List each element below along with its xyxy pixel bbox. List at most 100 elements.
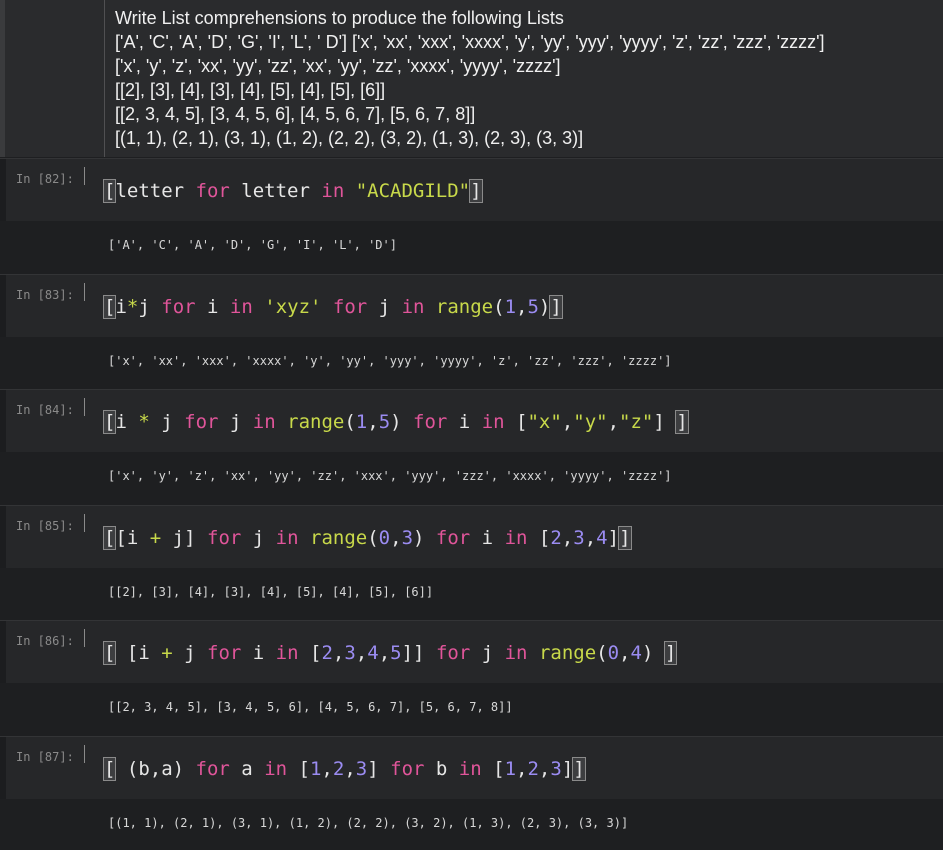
code-token: ] (367, 758, 391, 780)
number-token: 1 (309, 758, 322, 780)
number-token: 2 (527, 758, 539, 780)
code-input-area[interactable]: In [82]: [letter for letter in "ACADGILD"… (0, 158, 943, 222)
string-token: "z" (619, 411, 654, 433)
number-token: 0 (607, 642, 620, 664)
code-token: , (561, 411, 574, 433)
keyword-token: in (458, 758, 482, 780)
matched-bracket: [ (102, 526, 117, 550)
keyword-token: for (435, 527, 471, 549)
markdown-text: Write List comprehensions to produce the… (115, 6, 825, 150)
code-token: ) (413, 527, 436, 549)
cell-gutter (0, 159, 6, 222)
code-token: ( (596, 642, 608, 664)
code-token: , (619, 642, 631, 664)
keyword-token: for (195, 758, 230, 780)
cell-gutter (0, 506, 6, 569)
markdown-prompt-area (5, 0, 105, 157)
keyword-token: in (264, 758, 288, 780)
output-area: ['A', 'C', 'A', 'D', 'G', 'I', 'L', 'D'] (0, 221, 943, 271)
code-token: i (195, 296, 230, 318)
matched-bracket: [ (102, 410, 117, 434)
builtin-token: range (435, 296, 494, 318)
code-token: [ (298, 642, 322, 664)
code-token: a (229, 758, 265, 780)
input-prompt: In [83]: (16, 288, 74, 302)
code-token: j] (161, 527, 207, 549)
builtin-token: range (287, 411, 345, 433)
input-prompt: In [86]: (16, 634, 74, 648)
prompt-cursor-bar (84, 167, 85, 185)
code-token: [ (287, 758, 310, 780)
code-line[interactable]: [i*j for i in 'xyz' for j in range(1,5)] (102, 295, 563, 319)
keyword-token: for (207, 642, 242, 664)
markdown-cell[interactable]: Write List comprehensions to produce the… (0, 0, 943, 157)
code-cell[interactable]: In [83]: [i*j for i in 'xyz' for j in ran… (0, 274, 943, 388)
keyword-token: in (321, 180, 345, 202)
matched-bracket: ] (549, 295, 563, 319)
code-line[interactable]: [ [i + j for i in [2,3,4,5]] for j in ra… (102, 641, 678, 665)
keyword-token: in (504, 642, 528, 664)
number-token: 2 (321, 642, 333, 664)
code-input-area[interactable]: In [87]:[ (b,a) for a in [1,2,3] for b i… (0, 736, 943, 800)
code-token: , (516, 296, 528, 318)
code-cell[interactable]: In [85]: [[i + j] for j in range(0,3) for… (0, 505, 943, 619)
keyword-token: for (207, 527, 242, 549)
code-cell[interactable]: In [84]: [i * j for j in range(1,5) for i… (0, 389, 943, 503)
code-token: * (138, 411, 150, 433)
keyword-token: for (184, 411, 219, 433)
code-line[interactable]: [ (b,a) for a in [1,2,3] for b in [1,2,3… (102, 757, 586, 781)
cell-gutter (0, 737, 6, 800)
code-input-area[interactable]: In [86]: [ [i + j for i in [2,3,4,5]] for… (0, 620, 943, 684)
code-input-area[interactable]: In [85]: [[i + j] for j in range(0,3) for… (0, 505, 943, 569)
prompt-cursor-bar (84, 398, 85, 416)
matched-bracket: [ (102, 179, 117, 203)
code-line[interactable]: [letter for letter in "ACADGILD"] (102, 179, 483, 203)
markdown-line: ['A', 'C', 'A', 'D', 'G', 'I', 'L', ' D'… (115, 32, 825, 52)
markdown-heading: Write List comprehensions to produce the… (115, 8, 564, 28)
input-prompt: In [87]: (16, 750, 74, 764)
code-cell[interactable]: In [87]:[ (b,a) for a in [1,2,3] for b i… (0, 736, 943, 850)
output-text: ['A', 'C', 'A', 'D', 'G', 'I', 'L', 'D'] (108, 238, 397, 252)
input-prompt: In [84]: (16, 403, 74, 417)
output-area: ['x', 'xx', 'xxx', 'xxxx', 'y', 'yy', 'y… (0, 337, 943, 387)
keyword-token: in (504, 527, 528, 549)
number-token: 4 (596, 527, 608, 549)
output-area: [(1, 1), (2, 1), (3, 1), (1, 2), (2, 2),… (0, 799, 943, 849)
number-token: 0 (378, 527, 391, 549)
keyword-token: for (390, 758, 425, 780)
output-area: [[2], [3], [4], [3], [4], [5], [4], [5],… (0, 568, 943, 618)
code-token: , (378, 642, 391, 664)
code-token: ( (367, 527, 379, 549)
code-cell[interactable]: In [86]: [ [i + j for i in [2,3,4,5]] for… (0, 620, 943, 734)
output-text: ['x', 'xx', 'xxx', 'xxxx', 'y', 'yy', 'y… (108, 354, 672, 368)
prompt-cursor-bar (84, 629, 85, 647)
code-token: ]] (401, 642, 436, 664)
string-token: "x" (527, 411, 562, 433)
code-token: ] (561, 758, 574, 780)
code-token: [i (115, 642, 162, 664)
code-line[interactable]: [i * j for j in range(1,5) for i in ["x"… (102, 410, 689, 434)
keyword-token: in (275, 527, 299, 549)
code-input-area[interactable]: In [83]: [i*j for i in 'xyz' for j in ran… (0, 274, 943, 338)
code-token: i (447, 411, 482, 433)
keyword-token: in (401, 296, 425, 318)
prompt-cursor-bar (84, 745, 85, 763)
cell-gutter (0, 275, 6, 338)
keyword-token: for (161, 296, 196, 318)
code-token: ) (538, 296, 551, 318)
code-token: , (321, 758, 333, 780)
code-line[interactable]: [[i + j] for j in range(0,3) for i in [2… (102, 526, 632, 550)
number-token: 3 (355, 758, 368, 780)
matched-bracket: ] (469, 179, 483, 203)
code-input-area[interactable]: In [84]: [i * j for j in range(1,5) for i… (0, 389, 943, 453)
code-cell[interactable]: In [82]: [letter for letter in "ACADGILD"… (0, 158, 943, 272)
matched-bracket: [ (102, 295, 117, 319)
number-token: 2 (550, 527, 562, 549)
string-token: "y" (573, 411, 608, 433)
keyword-token: for (195, 180, 230, 202)
